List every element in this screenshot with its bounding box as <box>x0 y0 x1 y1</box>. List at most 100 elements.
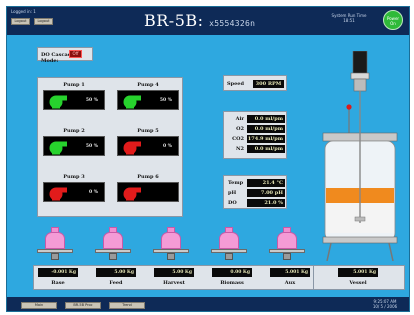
pump-display: 0 % <box>43 182 105 202</box>
weights-panel: -0.001 Kg Base 5.00 Kg Feed 5.00 Kg Harv… <box>33 265 337 290</box>
gas-label: N2 <box>235 146 244 152</box>
gas-flow-panel: Air 0.0 ml/pm O2 0.0 ml/pm CO2 174.9 ml/… <box>223 111 287 159</box>
pump-label: Pump 3 <box>63 174 85 180</box>
bottle-icon <box>103 227 123 249</box>
env-value[interactable]: 7.00 pH <box>247 189 285 197</box>
pump-value: 0 % <box>89 190 98 195</box>
weight-label: Vessel <box>349 280 367 286</box>
weight-label: Harvest <box>163 280 185 286</box>
trend-button[interactable]: Trend <box>109 302 145 309</box>
weight-biomass: 0.00 Kg Biomass <box>212 268 252 288</box>
pump-icon <box>49 187 67 201</box>
pump-5[interactable]: Pump 5 0 % <box>116 128 180 166</box>
scale-leg <box>51 253 59 260</box>
pump-display: 50 % <box>43 136 105 156</box>
gas-label: CO2 <box>232 136 244 142</box>
env-label: DO <box>228 200 237 206</box>
footer-clock: 9:25:07 AM 10/ 5 / 2006 <box>363 299 407 309</box>
serial-number: x5554326n <box>209 19 256 28</box>
scale-feed[interactable] <box>95 227 131 263</box>
vessel-graphic <box>322 50 398 262</box>
power-status-indicator[interactable]: Power On <box>383 10 403 30</box>
scale-aux[interactable] <box>269 227 305 263</box>
speed-value[interactable]: 300 RPM <box>253 80 284 88</box>
scale-leg <box>283 253 291 260</box>
gas-value[interactable]: 0.0 ml/pm <box>247 145 285 153</box>
env-value[interactable]: 21.0 % <box>247 199 285 207</box>
gas-value[interactable]: 0.0 ml/pm <box>247 115 285 123</box>
gas-value[interactable]: 174.9 ml/pm <box>247 135 285 143</box>
scale-base[interactable] <box>37 227 73 263</box>
hmi-screen: Logged in: 1 Logout Logout BR-5B: x55543… <box>6 6 410 312</box>
env-row-temp: Temp 21.4 °C <box>226 179 286 187</box>
bottle-icon <box>219 227 239 249</box>
environment-panel: Temp 21.4 °C pH 7.00 pH DO 21.0 % <box>223 175 287 209</box>
weight-value[interactable]: 0.00 Kg <box>212 268 252 277</box>
weight-aux: 5.001 Kg Aux <box>270 268 310 288</box>
weight-label: Biomass <box>220 280 244 286</box>
gas-row-air: Air 0.0 ml/pm <box>226 115 286 123</box>
pump-display: 50 % <box>117 90 179 110</box>
pump-icon <box>123 141 141 155</box>
scale-biomass[interactable] <box>211 227 247 263</box>
bottle-icon <box>277 227 297 249</box>
pump-label: Pump 4 <box>137 82 159 88</box>
pump-icon <box>123 187 141 201</box>
weight-label: Aux <box>284 280 296 286</box>
pump-2[interactable]: Pump 2 50 % <box>42 128 106 166</box>
scale-harvest[interactable] <box>153 227 189 263</box>
pump-6[interactable]: Pump 6 <box>116 174 180 212</box>
pumps-panel: Pump 1 50 % Pump 4 50 % Pump 2 50 % Pump… <box>37 77 183 217</box>
pump-label: Pump 6 <box>137 174 159 180</box>
speed-panel: Speed 300 RPM <box>223 75 287 91</box>
env-label: pH <box>228 190 237 196</box>
header-bar: Logged in: 1 Logout Logout BR-5B: x55543… <box>7 7 409 35</box>
vessel-weight-panel: 5.001 Kg Vessel <box>313 265 405 290</box>
process-button[interactable]: BR-5B Proc <box>65 302 101 309</box>
logout-button-2[interactable]: Logout <box>34 18 53 25</box>
logout-button[interactable]: Logout <box>11 18 30 25</box>
weight-value[interactable]: 5.001 Kg <box>338 268 378 277</box>
pump-value: 0 % <box>163 144 172 149</box>
bioreactor-vessel[interactable] <box>313 50 405 262</box>
gas-row-o2: O2 0.0 ml/pm <box>226 125 286 133</box>
page-title: BR-5B: x5554326n <box>144 11 255 30</box>
pump-label: Pump 5 <box>137 128 159 134</box>
gas-label: Air <box>235 116 244 122</box>
env-value[interactable]: 21.4 °C <box>247 179 285 187</box>
weight-base: -0.001 Kg Base <box>38 268 78 288</box>
do-cascade-panel: DO Cascade Mode: <box>37 47 93 64</box>
pump-value: 50 % <box>85 98 98 103</box>
pump-icon <box>123 95 141 109</box>
pump-icon <box>49 95 67 109</box>
weight-value[interactable]: 5.00 Kg <box>154 268 194 277</box>
footer-bar: Main BR-5B Proc Trend 9:25:07 AM 10/ 5 /… <box>7 297 409 311</box>
pump-value: 50 % <box>85 144 98 149</box>
pump-4[interactable]: Pump 4 50 % <box>116 82 180 120</box>
system-run-time: System Run Time 18:51 <box>327 13 371 23</box>
pump-1[interactable]: Pump 1 50 % <box>42 82 106 120</box>
weight-value[interactable]: 5.001 Kg <box>270 268 310 277</box>
weight-value[interactable]: 5.00 Kg <box>96 268 136 277</box>
logged-in-text: Logged in: 1 <box>11 9 36 14</box>
pump-display <box>117 182 179 202</box>
pump-display: 50 % <box>43 90 105 110</box>
pump-3[interactable]: Pump 3 0 % <box>42 174 106 212</box>
scale-leg <box>225 253 233 260</box>
pump-display: 0 % <box>117 136 179 156</box>
scale-leg <box>109 253 117 260</box>
gas-label: O2 <box>236 126 244 132</box>
pump-label: Pump 2 <box>63 128 85 134</box>
weight-label: Base <box>51 280 65 286</box>
weight-value[interactable]: -0.001 Kg <box>38 268 78 277</box>
scale-leg <box>167 253 175 260</box>
do-cascade-toggle[interactable]: Off <box>69 50 82 58</box>
speed-label: Speed <box>227 81 244 87</box>
main-button[interactable]: Main <box>21 302 57 309</box>
bottle-icon <box>161 227 181 249</box>
weight-label: Feed <box>109 280 123 286</box>
gas-row-n2: N2 0.0 ml/pm <box>226 145 286 153</box>
gas-value[interactable]: 0.0 ml/pm <box>247 125 285 133</box>
title-text: BR-5B: <box>144 11 204 30</box>
weight-vessel: 5.001 Kg Vessel <box>338 268 378 288</box>
